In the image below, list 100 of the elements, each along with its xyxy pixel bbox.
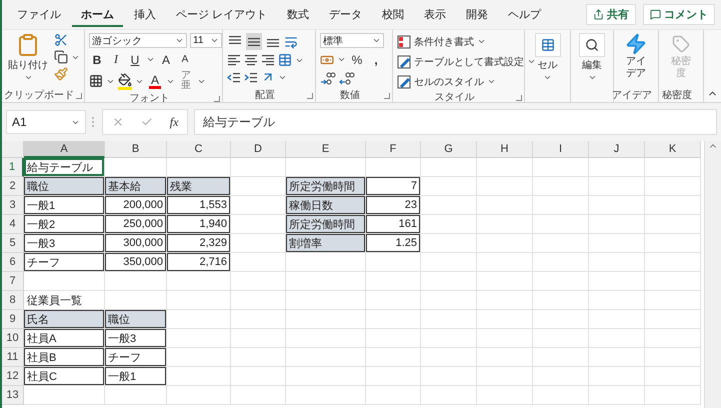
column-header[interactable]: D <box>231 141 286 158</box>
copy-icon[interactable] <box>54 50 68 64</box>
row-header[interactable]: 13 <box>2 386 24 405</box>
ribbon-tab[interactable]: 校閲 <box>373 2 414 26</box>
formula-field[interactable]: 給与テーブル <box>194 109 717 135</box>
table-cell <box>421 177 477 196</box>
ribbon-tab[interactable]: 挿入 <box>125 2 165 26</box>
shrink-font-button[interactable]: A <box>177 51 193 68</box>
font-name-dropdown[interactable]: 游ゴシック <box>89 33 187 48</box>
number-format-dropdown[interactable]: 標準 <box>320 33 384 48</box>
row-header[interactable]: 11 <box>2 348 24 367</box>
ribbon-tab[interactable]: 表示 <box>415 2 456 26</box>
row-header[interactable]: 7 <box>2 272 24 291</box>
align-center-icon[interactable] <box>244 53 258 67</box>
table-cell <box>167 291 231 310</box>
ribbon-tab[interactable]: ページ レイアウト <box>167 2 276 26</box>
phonetic-button[interactable]: ア亜 <box>178 71 194 91</box>
row-header[interactable]: 3 <box>2 196 24 215</box>
row-header[interactable]: 5 <box>2 234 24 253</box>
column-header[interactable]: E <box>286 141 366 158</box>
paste-button[interactable]: 貼り付け <box>6 33 50 82</box>
launcher-icon[interactable] <box>384 93 390 99</box>
merge-icon[interactable] <box>278 53 292 67</box>
share-button[interactable]: 共有 <box>586 4 636 25</box>
decrease-decimal-icon[interactable] <box>339 71 355 85</box>
align-left-icon[interactable] <box>227 53 241 67</box>
row-header[interactable]: 10 <box>2 329 24 348</box>
ribbon-tab[interactable]: データ <box>320 2 372 26</box>
grow-font-button[interactable]: A <box>158 51 174 68</box>
column-header[interactable]: H <box>477 141 533 158</box>
font-color-button[interactable]: A <box>147 72 164 90</box>
table-cell <box>533 158 589 177</box>
column-header[interactable]: I <box>533 141 589 158</box>
row-header[interactable]: 6 <box>2 253 24 272</box>
column-header[interactable]: C <box>167 141 231 158</box>
column-header[interactable]: B <box>105 141 167 158</box>
column-header[interactable]: G <box>421 141 477 158</box>
table-cell <box>231 272 286 291</box>
vertical-scrollbar[interactable] <box>704 141 721 408</box>
row-header[interactable]: 8 <box>2 291 24 310</box>
ribbon-tab[interactable]: ファイル <box>8 2 70 26</box>
decrease-indent-icon[interactable] <box>227 70 241 84</box>
name-box[interactable]: A1 <box>6 110 86 134</box>
cells-button[interactable]: セル <box>532 33 562 82</box>
borders-icon[interactable] <box>89 74 103 88</box>
fill-color-icon[interactable] <box>118 72 132 90</box>
column-header[interactable]: K <box>645 141 701 158</box>
italic-button[interactable]: I <box>108 51 124 68</box>
underline-button[interactable]: U <box>127 51 143 68</box>
table-cell: 稼働日数 <box>286 196 366 215</box>
table-cell <box>477 158 533 177</box>
cells-icon <box>540 38 554 52</box>
column-header[interactable]: A <box>24 141 105 158</box>
launcher-icon[interactable] <box>76 93 82 99</box>
search-icon <box>585 38 599 52</box>
table-cell <box>231 386 286 405</box>
cut-icon[interactable] <box>54 33 68 47</box>
column-header[interactable]: F <box>366 141 421 158</box>
grip-icon <box>92 117 96 127</box>
row-header[interactable]: 2 <box>2 177 24 196</box>
row-header[interactable]: 12 <box>2 367 24 386</box>
ribbon-tab[interactable]: 開発 <box>457 2 498 26</box>
editing-button[interactable]: 編集 <box>577 33 607 82</box>
row-header[interactable]: 9 <box>2 310 24 329</box>
style-menu-button[interactable]: セルのスタイル <box>397 73 496 90</box>
row-header[interactable]: 1 <box>2 158 24 177</box>
table-cell <box>477 196 533 215</box>
increase-indent-icon[interactable] <box>244 70 258 84</box>
style-menu-button[interactable]: テーブルとして書式設定 <box>397 53 536 70</box>
table-cell <box>589 348 645 367</box>
table-cell <box>533 196 589 215</box>
align-right-icon[interactable] <box>261 53 275 67</box>
table-cell: 23 <box>366 196 421 215</box>
ideas-button[interactable]: アイデア <box>623 33 649 79</box>
insert-function-button[interactable]: fx <box>170 114 178 130</box>
style-menu-button[interactable]: 条件付き書式 <box>397 33 486 50</box>
table-cell: 2,329 <box>167 234 231 253</box>
row-header[interactable]: 4 <box>2 215 24 234</box>
table-cell <box>366 253 421 272</box>
percent-button[interactable]: % <box>349 51 365 68</box>
table-cell <box>105 272 167 291</box>
increase-decimal-icon[interactable] <box>320 71 336 85</box>
table-cell <box>589 272 645 291</box>
table-cell <box>421 367 477 386</box>
table-cell: 従業員一覧 <box>24 291 105 310</box>
bold-button[interactable]: B <box>89 51 105 68</box>
column-header[interactable]: J <box>589 141 645 158</box>
wrap-text-icon[interactable] <box>284 34 298 48</box>
launcher-icon[interactable] <box>214 96 220 102</box>
table-cell: 職位 <box>24 177 105 196</box>
ribbon-tab[interactable]: ヘルプ <box>499 2 550 26</box>
comma-button[interactable]: , <box>368 51 384 68</box>
ribbon-tab[interactable]: ホーム <box>72 2 123 26</box>
launcher-icon[interactable] <box>516 95 522 101</box>
table-cell: チーフ <box>105 348 167 367</box>
font-size-dropdown[interactable]: 11 <box>190 33 222 48</box>
ribbon-tab[interactable]: 数式 <box>278 2 318 26</box>
comment-button[interactable]: コメント <box>643 4 715 25</box>
middle-align-button[interactable] <box>246 33 262 50</box>
launcher-icon[interactable] <box>307 93 313 99</box>
